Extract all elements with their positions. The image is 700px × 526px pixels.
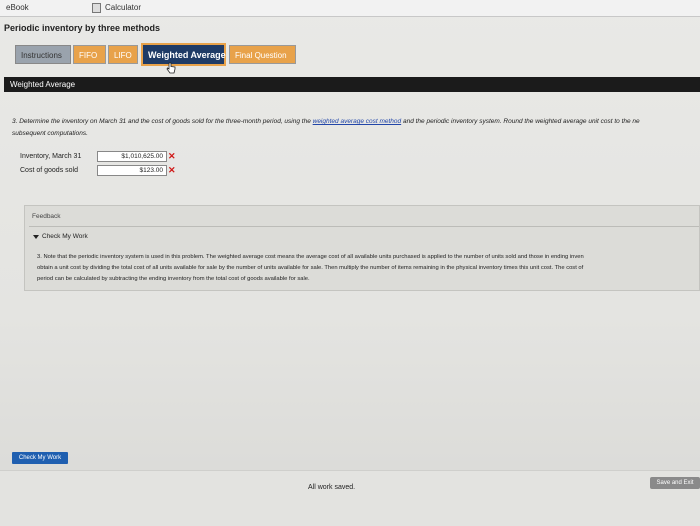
save-status: All work saved.	[308, 484, 356, 491]
incorrect-x-icon: ✕	[168, 165, 176, 175]
tab-final-question[interactable]: Final Question	[229, 45, 296, 64]
check-my-work-toggle-label: Check My Work	[42, 233, 88, 240]
cogs-label: Cost of goods sold	[20, 167, 78, 174]
feedback-text: 3. Note that the periodic inventory syst…	[37, 252, 697, 285]
feedback-line: 3. Note that the periodic inventory syst…	[37, 254, 584, 260]
tab-bar: Instructions FIFO LIFO Weighted Average …	[0, 40, 700, 70]
feedback-line: period can be calculated by subtracting …	[37, 276, 310, 282]
check-my-work-button[interactable]: Check My Work	[12, 452, 68, 464]
weighted-average-link[interactable]: weighted average cost method	[313, 118, 402, 125]
page-title: Periodic inventory by three methods	[4, 23, 161, 33]
triangle-down-icon	[33, 234, 39, 239]
section-header: Weighted Average	[4, 77, 700, 92]
bottom-bar	[0, 470, 700, 526]
tab-lifo[interactable]: LIFO	[108, 45, 138, 64]
tab-instructions[interactable]: Instructions	[15, 45, 71, 64]
question-text: 3. Determine the inventory on March 31 a…	[12, 116, 700, 140]
calculator-label: Calculator	[105, 3, 142, 12]
feedback-line: obtain a unit cost by dividing the total…	[37, 265, 584, 271]
calculator-icon	[92, 3, 101, 13]
question-part-a: 3. Determine the inventory on March 31 a…	[12, 118, 313, 125]
calculator-link[interactable]: Calculator	[92, 0, 141, 16]
feedback-divider	[29, 226, 699, 227]
cogs-input[interactable]: $123.00	[97, 165, 167, 176]
tab-weighted-average[interactable]: Weighted Average	[141, 43, 226, 66]
inventory-label: Inventory, March 31	[20, 153, 82, 160]
check-my-work-toggle[interactable]: Check My Work	[33, 233, 88, 240]
inventory-input[interactable]: $1,010,625.00	[97, 151, 167, 162]
top-bar: eBook Calculator	[0, 0, 700, 17]
ebook-link[interactable]: eBook	[0, 0, 35, 16]
incorrect-x-icon: ✕	[168, 151, 176, 161]
feedback-label: Feedback	[32, 213, 61, 220]
hand-cursor-icon	[166, 62, 176, 74]
question-part-b: and the periodic inventory system. Round…	[401, 118, 640, 125]
tab-fifo[interactable]: FIFO	[73, 45, 106, 64]
question-part-c: subsequent computations.	[12, 130, 88, 137]
save-and-exit-button[interactable]: Save and Exit	[650, 477, 700, 489]
feedback-panel: Feedback Check My Work 3. Note that the …	[24, 205, 700, 291]
